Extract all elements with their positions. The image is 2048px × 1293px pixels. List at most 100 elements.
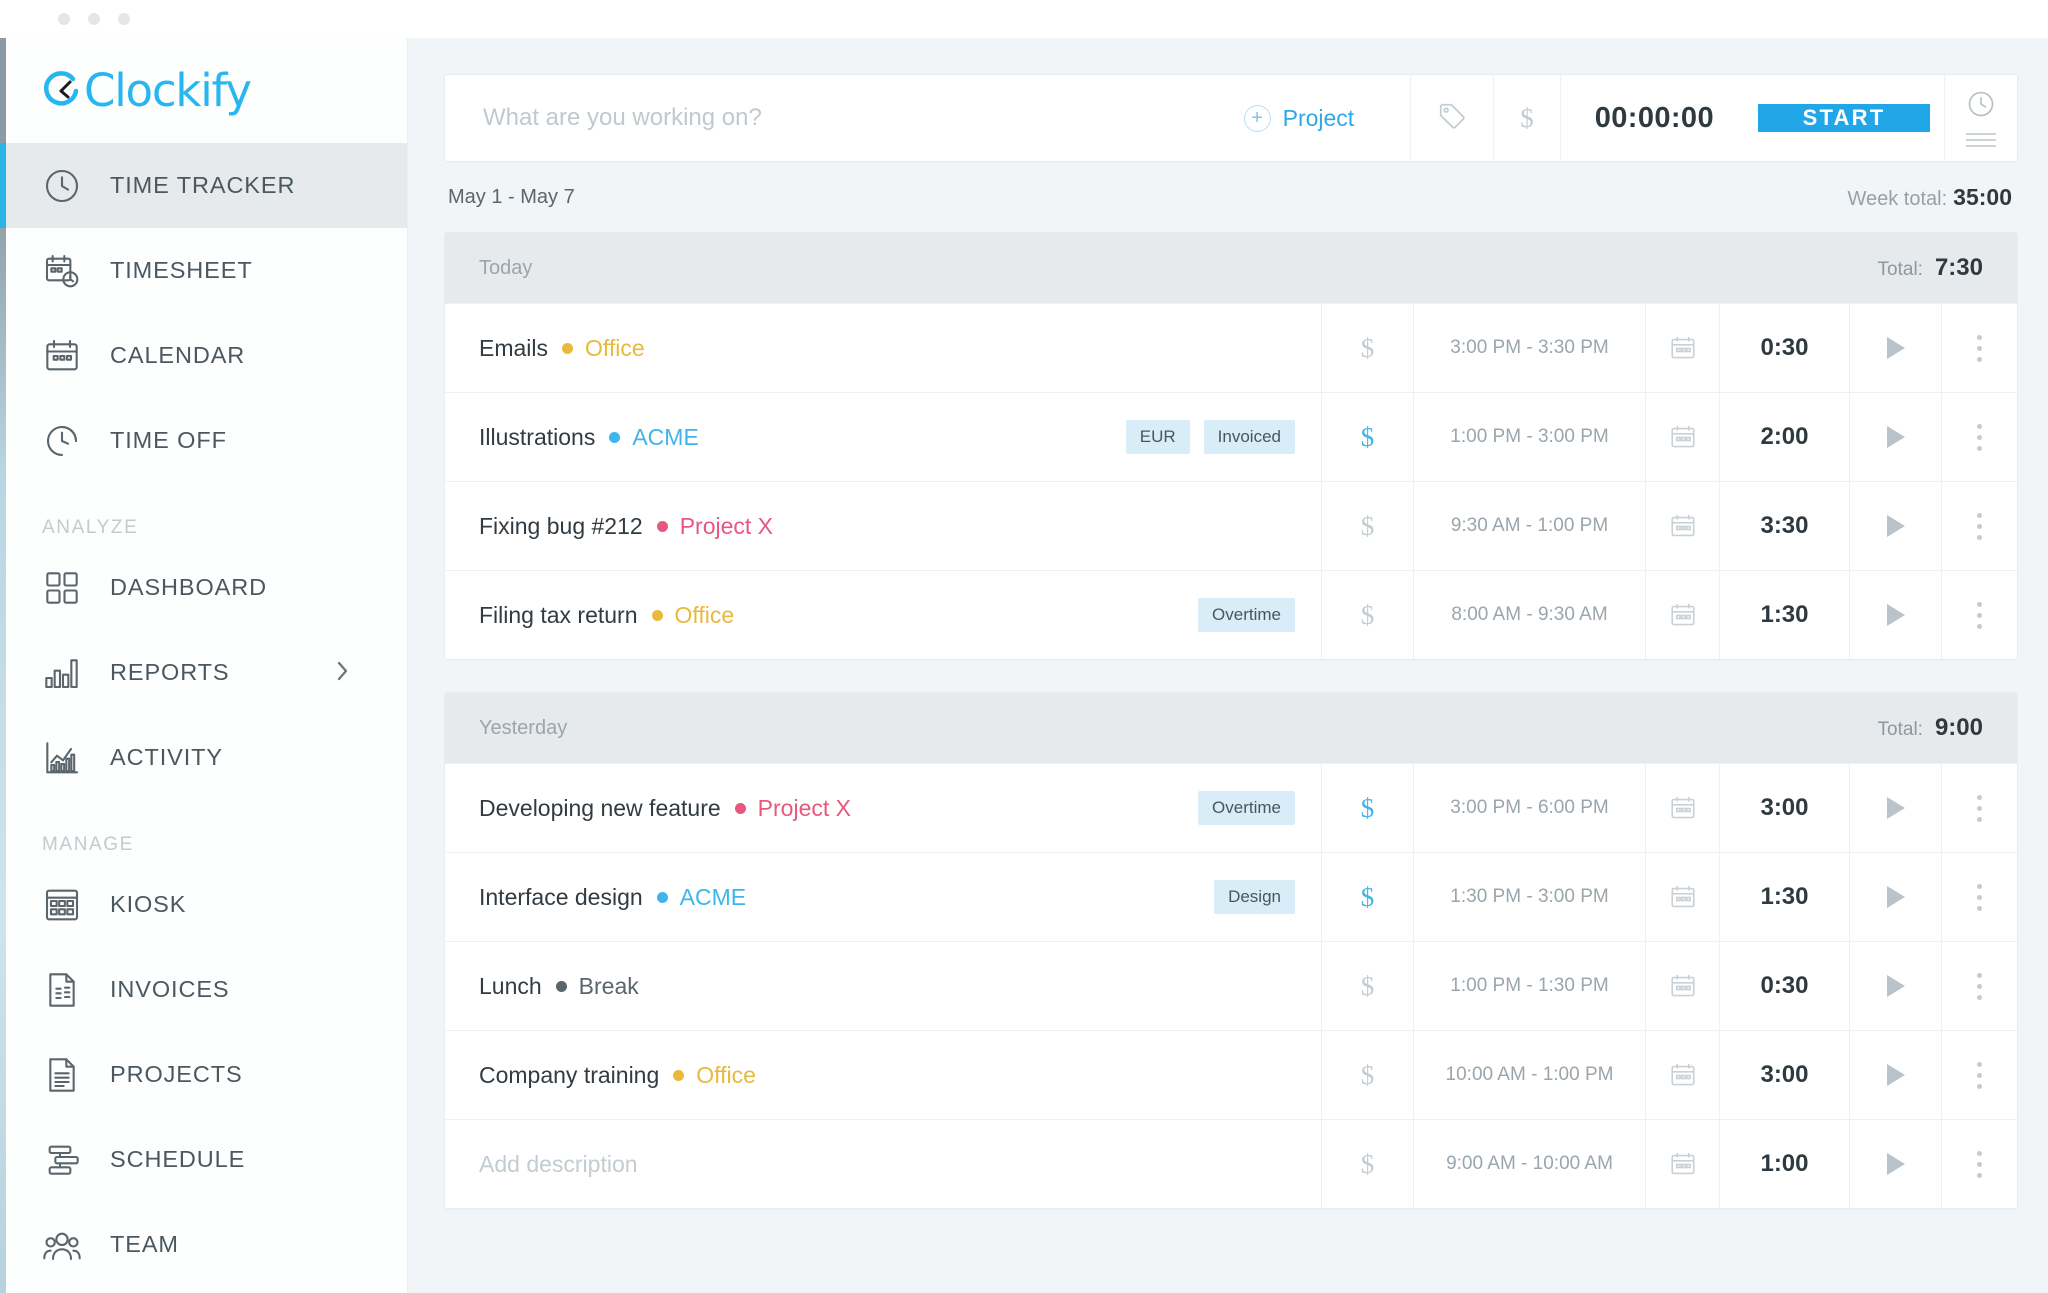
entry-description-cell[interactable]: Add description (445, 1120, 1321, 1208)
add-project-button[interactable]: + Project (1234, 104, 1385, 132)
entry-more-button[interactable] (1941, 853, 2017, 941)
entry-play-button[interactable] (1849, 393, 1941, 481)
time-entry-list[interactable]: Today Total: 7:30 Emails Office $3:00 PM - 3:… (444, 232, 2018, 1293)
entry-play-button[interactable] (1849, 482, 1941, 570)
sidebar-item-timesheet[interactable]: TIMESHEET (0, 228, 407, 313)
entry-more-button[interactable] (1941, 571, 2017, 659)
entry-more-button[interactable] (1941, 393, 2017, 481)
sidebar-item-reports[interactable]: REPORTS (0, 630, 407, 715)
entry-description[interactable]: Lunch (479, 973, 542, 1000)
entry-play-button[interactable] (1849, 304, 1941, 392)
entry-duration[interactable]: 0:30 (1719, 304, 1849, 392)
entry-date-picker[interactable] (1645, 764, 1719, 852)
entry-tag[interactable]: Overtime (1198, 598, 1295, 632)
time-entry-row[interactable]: Lunch Break $1:00 PM - 1:30 PM 0:30 (445, 941, 2017, 1030)
entry-duration[interactable]: 2:00 (1719, 393, 1849, 481)
entry-description-cell[interactable]: Lunch Break (445, 942, 1321, 1030)
entry-play-button[interactable] (1849, 764, 1941, 852)
entry-play-button[interactable] (1849, 1120, 1941, 1208)
entry-date-picker[interactable] (1645, 393, 1719, 481)
entry-duration[interactable]: 1:30 (1719, 571, 1849, 659)
entry-description[interactable]: Interface design (479, 884, 643, 911)
entry-more-button[interactable] (1941, 482, 2017, 570)
entry-time-range[interactable]: 9:30 AM - 1:00 PM (1413, 482, 1645, 570)
sidebar-item-calendar[interactable]: CALENDAR (0, 313, 407, 398)
entry-date-picker[interactable] (1645, 1031, 1719, 1119)
entry-description[interactable]: Add description (479, 1151, 638, 1178)
sidebar-item-schedule[interactable]: SCHEDULE (0, 1117, 407, 1202)
entry-project[interactable]: Office (673, 1062, 756, 1089)
sidebar-item-activity[interactable]: ACTIVITY (0, 715, 407, 800)
entry-time-range[interactable]: 1:30 PM - 3:00 PM (1413, 853, 1645, 941)
entry-description-cell[interactable]: Illustrations ACME (445, 393, 1126, 481)
entry-tag[interactable]: Design (1214, 880, 1295, 914)
entry-duration[interactable]: 3:00 (1719, 764, 1849, 852)
entry-tag[interactable]: Invoiced (1203, 420, 1295, 454)
entry-tag[interactable]: EUR (1125, 420, 1190, 454)
time-entry-row[interactable]: Emails Office $3:00 PM - 3:30 PM 0:30 (445, 303, 2017, 392)
entry-date-picker[interactable] (1645, 571, 1719, 659)
brand-logo[interactable]: Clockify (0, 38, 407, 143)
entry-description[interactable]: Illustrations (479, 424, 595, 451)
entry-project[interactable]: ACME (609, 424, 699, 451)
entry-play-button[interactable] (1849, 1031, 1941, 1119)
entry-more-button[interactable] (1941, 942, 2017, 1030)
entry-billable-toggle[interactable]: $ (1321, 571, 1413, 659)
entry-more-button[interactable] (1941, 304, 2017, 392)
entry-description-cell[interactable]: Fixing bug #212 Project X (445, 482, 1321, 570)
sidebar-item-invoices[interactable]: INVOICES (0, 947, 407, 1032)
entry-project[interactable]: Office (562, 335, 645, 362)
start-button[interactable]: START (1758, 104, 1930, 132)
entry-description-cell[interactable]: Emails Office (445, 304, 1321, 392)
entry-play-button[interactable] (1849, 942, 1941, 1030)
entry-time-range[interactable]: 1:00 PM - 1:30 PM (1413, 942, 1645, 1030)
entry-play-button[interactable] (1849, 853, 1941, 941)
entry-time-range[interactable]: 8:00 AM - 9:30 AM (1413, 571, 1645, 659)
entry-more-button[interactable] (1941, 764, 2017, 852)
entry-description-cell[interactable]: Developing new feature Project X (445, 764, 1198, 852)
sidebar-item-dashboard[interactable]: DASHBOARD (0, 545, 407, 630)
entry-description[interactable]: Developing new feature (479, 795, 721, 822)
entry-billable-toggle[interactable]: $ (1321, 393, 1413, 481)
entry-time-range[interactable]: 10:00 AM - 1:00 PM (1413, 1031, 1645, 1119)
entry-time-range[interactable]: 9:00 AM - 10:00 AM (1413, 1120, 1645, 1208)
entry-billable-toggle[interactable]: $ (1321, 1031, 1413, 1119)
entry-project[interactable]: Break (555, 973, 639, 1000)
entry-description[interactable]: Fixing bug #212 (479, 513, 643, 540)
entry-time-range[interactable]: 3:00 PM - 3:30 PM (1413, 304, 1645, 392)
window-minimize-dot[interactable] (88, 13, 100, 25)
entry-billable-toggle[interactable]: $ (1321, 1120, 1413, 1208)
timer-description-input[interactable] (481, 103, 1208, 133)
entry-duration[interactable]: 3:00 (1719, 1031, 1849, 1119)
entry-duration[interactable]: 3:30 (1719, 482, 1849, 570)
entry-play-button[interactable] (1849, 571, 1941, 659)
week-range-label[interactable]: May 1 - May 7 (448, 186, 575, 209)
entry-billable-toggle[interactable]: $ (1321, 853, 1413, 941)
entry-time-range[interactable]: 1:00 PM - 3:00 PM (1413, 393, 1645, 481)
entry-project[interactable]: Office (651, 602, 734, 629)
sidebar-item-projects[interactable]: PROJECTS (0, 1032, 407, 1117)
entry-date-picker[interactable] (1645, 1120, 1719, 1208)
entry-more-button[interactable] (1941, 1031, 2017, 1119)
time-entry-row[interactable]: Fixing bug #212 Project X $9:30 AM - 1:00 … (445, 481, 2017, 570)
window-maximize-dot[interactable] (118, 13, 130, 25)
entry-time-range[interactable]: 3:00 PM - 6:00 PM (1413, 764, 1645, 852)
entry-description-cell[interactable]: Interface design ACME (445, 853, 1214, 941)
entry-duration[interactable]: 1:30 (1719, 853, 1849, 941)
entry-description-cell[interactable]: Filing tax return Office (445, 571, 1198, 659)
entry-project[interactable]: ACME (656, 884, 746, 911)
sidebar-item-time-tracker[interactable]: TIME TRACKER (0, 143, 407, 228)
entry-description-cell[interactable]: Company training Office (445, 1031, 1321, 1119)
timer-tag-cell[interactable] (1410, 75, 1493, 161)
window-close-dot[interactable] (58, 13, 70, 25)
entry-duration[interactable]: 0:30 (1719, 942, 1849, 1030)
entry-date-picker[interactable] (1645, 482, 1719, 570)
time-entry-row[interactable]: Company training Office $10:00 AM - 1:00 P… (445, 1030, 2017, 1119)
sidebar-item-time-off[interactable]: TIME OFF (0, 398, 407, 483)
chevron-right-icon[interactable] (335, 658, 351, 688)
time-entry-row[interactable]: Filing tax return Office Overtime $8:00 AM … (445, 570, 2017, 659)
entry-billable-toggle[interactable]: $ (1321, 482, 1413, 570)
entry-date-picker[interactable] (1645, 942, 1719, 1030)
entry-date-picker[interactable] (1645, 853, 1719, 941)
entry-billable-toggle[interactable]: $ (1321, 942, 1413, 1030)
